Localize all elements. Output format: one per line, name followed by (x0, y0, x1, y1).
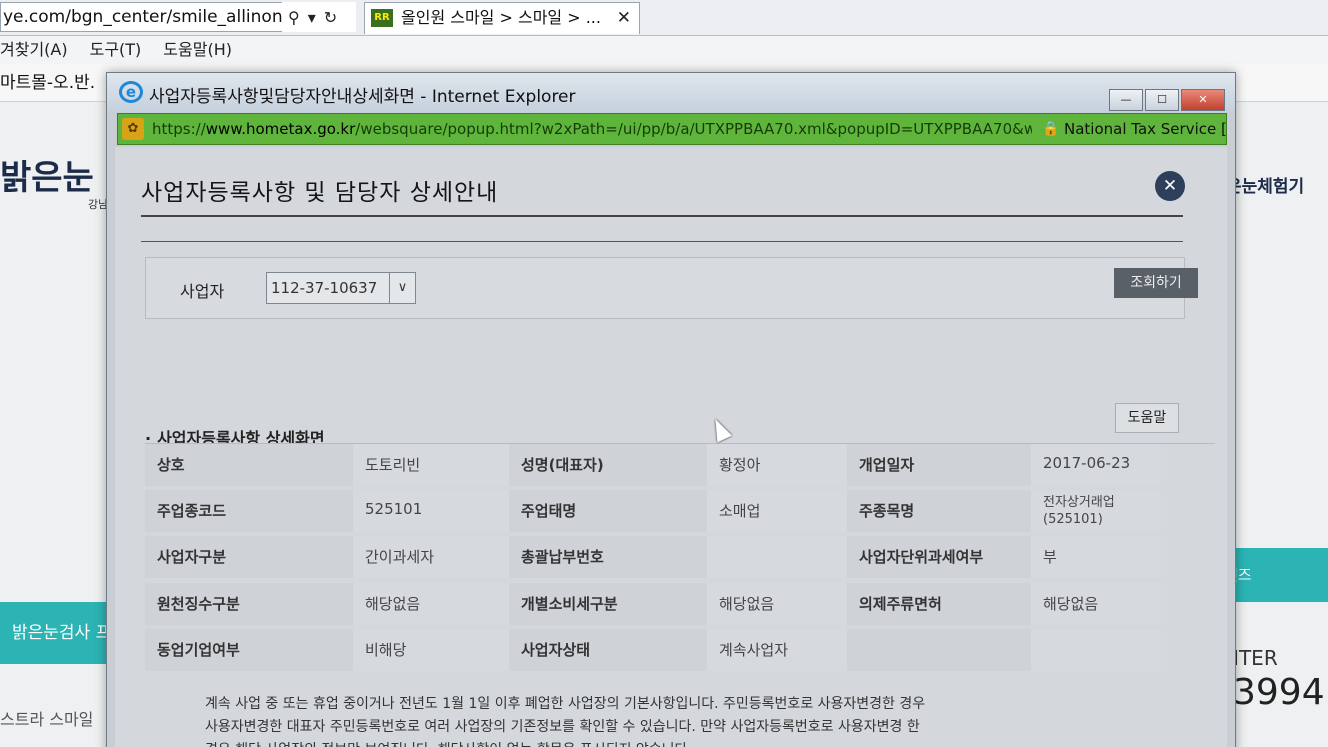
popup-window: e 사업자등록사항및담당자안내상세화면 - Internet Explorer … (106, 72, 1236, 747)
search-icon[interactable]: ⚲ (288, 8, 300, 27)
detail-label-representative: 성명(대표자) (509, 444, 707, 486)
popup-url[interactable]: https://www.hometax.go.kr/websquare/popu… (152, 114, 1032, 144)
detail-label-trade-name: 상호 (145, 444, 353, 486)
page-title: 사업자등록사항 및 담당자 상세안내 (141, 180, 499, 206)
detail-value-main-item: 전자상거래업(525101) (1031, 490, 1161, 533)
notice-line: 계속 사업 중 또는 휴업 중이거나 전년도 1월 1일 이후 폐업한 사업장의… (205, 696, 926, 712)
business-number-value: 112-37-10637 (271, 279, 378, 297)
tab-close-icon[interactable]: ✕ (617, 3, 631, 33)
help-button[interactable]: 도움말 (1115, 403, 1179, 433)
site-favicon-icon: RR (371, 9, 393, 27)
detail-label-open-date: 개업일자 (847, 444, 1031, 486)
detail-label-business-category: 사업자구분 (145, 536, 353, 579)
background-url-tools: ⚲ ▾ ↻ (282, 2, 356, 32)
menu-tools[interactable]: 도구(T) (90, 36, 142, 64)
detail-label-main-business-type: 주업태명 (509, 490, 707, 533)
maximize-button[interactable]: ☐ (1145, 89, 1179, 111)
search-divider (141, 241, 1183, 242)
business-label: 사업자 (180, 282, 225, 301)
url-host: www.hometax.go.kr (205, 120, 356, 138)
popup-content: 사업자등록사항 및 담당자 상세안내 ✕ 사업자 112-37-10637 ∨ … (115, 147, 1227, 747)
url-path: /websquare/popup.html?w2xPath=/ui/pp/b/a… (355, 120, 1032, 138)
detail-label-main-industry-code: 주업종코드 (145, 490, 353, 533)
notice-text: 계속 사업 중 또는 휴업 중이거나 전년도 1월 1일 이후 폐업한 사업장의… (205, 693, 1185, 747)
tab-title: 올인원 스마일 > 스마일 > ... (401, 8, 601, 27)
detail-label-consolidated-payment-number: 총괄납부번호 (509, 536, 707, 579)
detail-value-consolidated-payment-number (707, 536, 847, 579)
menu-favorites[interactable]: 겨찾기(A) (0, 36, 68, 64)
certificate-owner[interactable]: National Tax Service [KR] (1064, 114, 1226, 144)
detail-label-empty (847, 628, 1031, 671)
title-divider (141, 215, 1183, 217)
detail-value-main-business-type: 소매업 (707, 490, 847, 533)
detail-value-representative: 황정아 (707, 444, 847, 486)
detail-label-unit-taxation: 사업자단위과세여부 (847, 536, 1031, 579)
detail-label-main-item: 주종목명 (847, 490, 1031, 533)
window-close-button[interactable]: ✕ (1181, 89, 1225, 111)
detail-value-empty (1031, 628, 1161, 671)
menu-help[interactable]: 도움말(H) (163, 36, 232, 64)
detail-label-excise-tax: 개별소비세구분 (509, 582, 707, 625)
detail-label-business-status: 사업자상태 (509, 628, 707, 671)
detail-label-partnership: 동업기업여부 (145, 628, 353, 671)
detail-value-unit-taxation: 부 (1031, 536, 1161, 579)
detail-value-business-category: 간이과세자 (353, 536, 509, 579)
notice-line: 사용자변경한 대표자 주민등록번호로 여러 사업장의 기존정보를 확인할 수 있… (205, 719, 920, 735)
detail-value-excise-tax: 해당없음 (707, 582, 847, 625)
detail-value-business-status: 계속사업자 (707, 628, 847, 671)
detail-table: 상호 도토리빈 성명(대표자) 황정아 개업일자 2017-06-23 주업종코… (145, 443, 1215, 675)
popup-address-bar[interactable]: ✿ https://www.hometax.go.kr/websquare/po… (117, 113, 1227, 145)
background-left-footer[interactable]: 스트라 스마일 (0, 706, 93, 730)
detail-value-trade-name: 도토리빈 (353, 444, 509, 486)
site-icon: ✿ (122, 118, 144, 140)
minimize-button[interactable]: — (1109, 89, 1143, 111)
lock-icon[interactable]: 🔒 (1042, 114, 1059, 144)
detail-label-liquor-license: 의제주류면허 (847, 582, 1031, 625)
detail-value-main-industry-code: 525101 (353, 490, 509, 533)
url-prefix: https:// (152, 120, 206, 138)
chevron-down-icon[interactable]: ∨ (389, 273, 415, 303)
detail-value-open-date: 2017-06-23 (1031, 444, 1161, 486)
background-logo[interactable]: 밝은눈 (0, 150, 94, 199)
background-tab[interactable]: RR 올인원 스마일 > 스마일 > ... ✕ (364, 2, 640, 34)
query-button[interactable]: 조회하기 (1114, 268, 1198, 298)
internet-explorer-icon: e (119, 81, 143, 103)
detail-label-withholding: 원천징수구분 (145, 582, 353, 625)
search-panel: 사업자 112-37-10637 ∨ 조회하기 (145, 257, 1198, 319)
detail-value-liquor-license: 해당없음 (1031, 582, 1161, 625)
background-right-nav[interactable]: 은눈체험기 (1226, 172, 1304, 197)
popup-titlebar[interactable]: e 사업자등록사항및담당자안내상세화면 - Internet Explorer … (107, 73, 1235, 113)
background-right-banner[interactable]: 렌즈 (1222, 548, 1328, 602)
popup-window-title: 사업자등록사항및담당자안내상세화면 - Internet Explorer (149, 87, 576, 107)
background-menu-bar: 겨찾기(A) 도구(T) 도움말(H) (0, 36, 1328, 64)
window-controls: — ☐ ✕ (1109, 89, 1225, 111)
detail-value-withholding: 해당없음 (353, 582, 509, 625)
close-icon[interactable]: ✕ (1155, 171, 1185, 201)
refresh-icon[interactable]: ↻ (324, 8, 337, 27)
chevron-down-icon[interactable]: ▾ (308, 8, 316, 27)
notice-line: 경우 해당 사업장의 정보만 보여집니다. 해당사항이 없는 항목은 표시되지 … (205, 739, 1185, 747)
background-address-bar: ye.com/bgn_center/smile_allinone. ⚲ ▾ ↻ … (0, 0, 1328, 36)
business-number-select[interactable]: 112-37-10637 ∨ (266, 272, 416, 304)
detail-value-partnership: 비해당 (353, 628, 509, 671)
